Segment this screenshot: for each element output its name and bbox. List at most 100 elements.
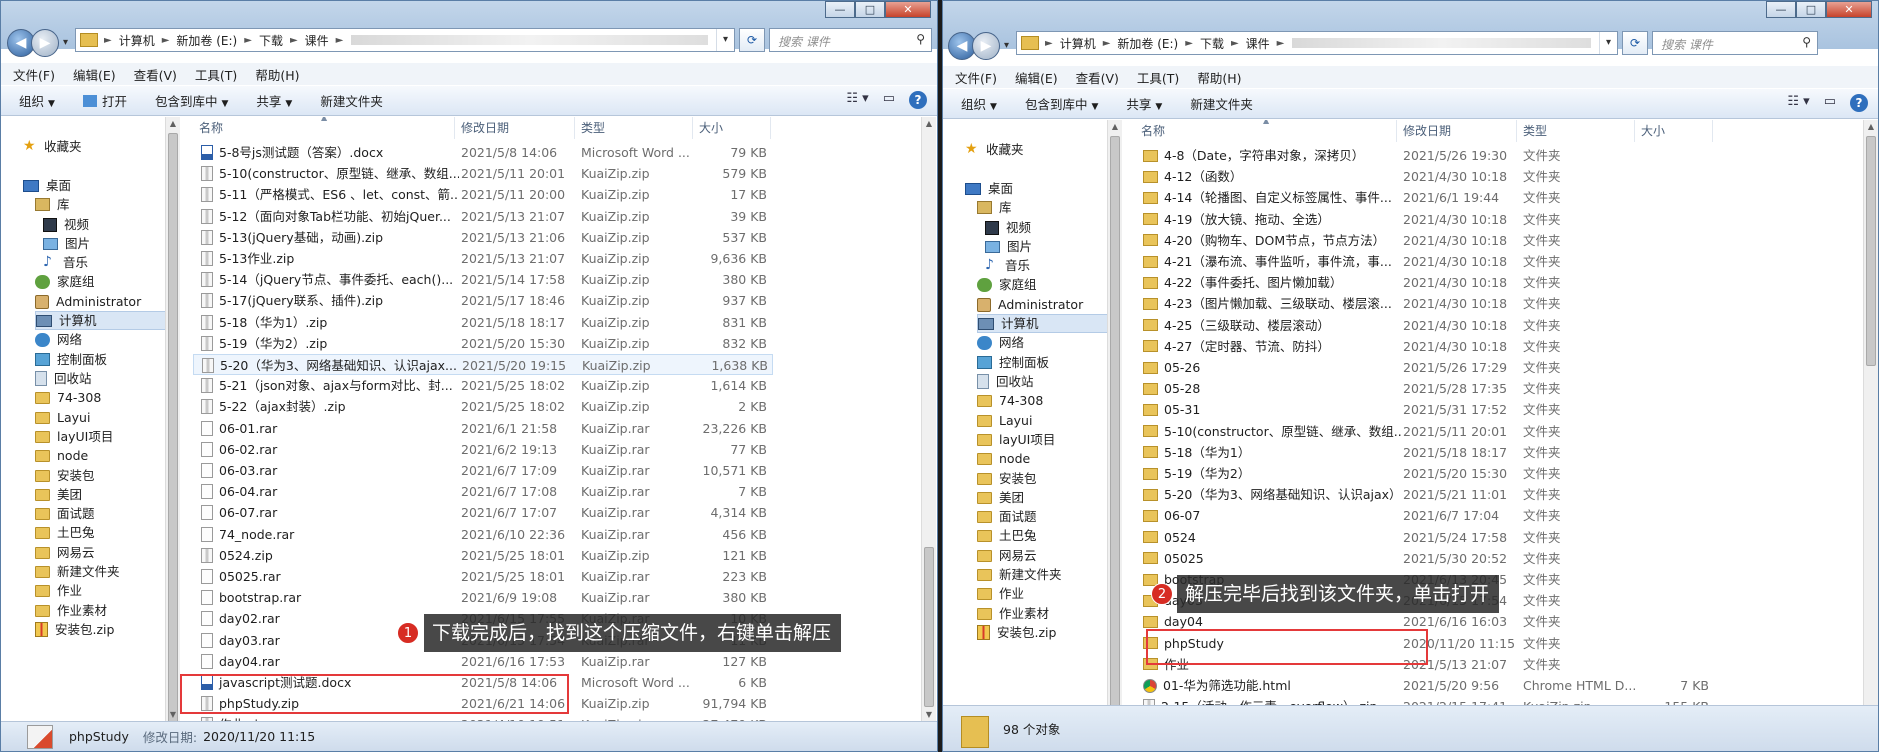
sidebar-item[interactable]: layUI项目 [977, 430, 1055, 449]
table-row[interactable]: 5-10(constructor、原型链、继承、数组... 2021/5/11 2… [1135, 421, 1715, 442]
breadcrumb-separator[interactable]: ► [290, 35, 298, 46]
maximize-button[interactable]: □ [1796, 1, 1826, 18]
breadcrumb-computer[interactable]: 计算机 [112, 32, 162, 49]
sidebar-item[interactable]: 网易云 [35, 543, 95, 562]
sidebar-item[interactable]: 安装包 [977, 469, 1037, 488]
sidebar-item[interactable]: ♪ 音乐 [985, 256, 1030, 275]
menu-file[interactable]: 文件(F) [13, 65, 55, 84]
include-in-library-button[interactable]: 包含到库中 ▼ [1025, 94, 1098, 113]
scroll-down-icon[interactable]: ▼ [166, 710, 180, 719]
scroll-thumb[interactable] [1866, 136, 1876, 366]
table-row[interactable]: 05025.rar 2021/5/25 18:01 KuaiZip.rar 223 K… [193, 566, 773, 587]
new-folder-button[interactable]: 新建文件夹 [1190, 94, 1253, 113]
view-mode-icon[interactable]: ☷ ▾ [1787, 94, 1809, 112]
table-row[interactable]: 5-11（严格模式、ES6 、let、const、箭... 2021/5/11 2… [193, 184, 773, 205]
column-header-type[interactable]: 类型 [1517, 120, 1635, 142]
breadcrumb-downloads[interactable]: 下载 [252, 32, 290, 49]
search-icon[interactable]: ⚲ [916, 32, 925, 46]
table-row[interactable]: bootstrap.rar 2021/6/9 19:08 KuaiZip.rar 38… [193, 587, 773, 608]
scroll-thumb[interactable] [168, 133, 178, 723]
sidebar-item[interactable]: 计算机 [35, 311, 165, 330]
table-row[interactable]: 4-12（函数） 2021/4/30 10:18 文件夹 [1135, 166, 1715, 187]
table-row[interactable]: 5-17(jQuery联系、插件).zip 2021/5/17 18:46 Kuai… [193, 290, 773, 311]
address-bar[interactable]: ► 计算机 ► 新加卷 (E:) ► 下载 ► 课件 ► ▾ [1016, 31, 1618, 55]
close-button[interactable]: ✕ [885, 1, 931, 18]
sidebar-item[interactable]: 家庭组 [35, 272, 95, 291]
scroll-thumb[interactable] [1110, 136, 1120, 726]
sidebar-item[interactable]: 回收站 [977, 372, 1034, 391]
sidebar-item[interactable]: 控制面板 [35, 350, 107, 369]
table-row[interactable]: 0524.zip 2021/5/25 18:01 KuaiZip.zip 121 KB [193, 545, 773, 566]
minimize-button[interactable]: — [825, 1, 855, 18]
sidebar-item[interactable]: 视频 [985, 218, 1031, 237]
scroll-up-icon[interactable]: ▲ [922, 119, 936, 128]
column-header-name[interactable]: 名称 [193, 117, 455, 139]
sidebar-item[interactable]: 视频 [43, 215, 89, 234]
table-row[interactable]: 4-25（三级联动、楼层滚动） 2021/4/30 10:18 文件夹 [1135, 315, 1715, 336]
table-row[interactable]: 5-20（华为3、网络基础知识、认识ajax... 2021/5/20 19:15… [193, 354, 773, 375]
table-row[interactable]: day04.rar 2021/6/16 17:53 KuaiZip.rar 127 K… [193, 651, 773, 672]
sidebar-item[interactable]: 安装包.zip [977, 623, 1056, 642]
minimize-button[interactable]: — [1766, 1, 1796, 18]
new-folder-button[interactable]: 新建文件夹 [320, 91, 383, 110]
sidebar-item[interactable]: layUI项目 [35, 427, 113, 446]
sidebar-item[interactable]: 网易云 [977, 546, 1037, 565]
menu-edit[interactable]: 编辑(E) [73, 65, 116, 84]
menu-tools[interactable]: 工具(T) [195, 65, 237, 84]
sidebar-item[interactable]: 安装包 [35, 466, 95, 485]
table-row[interactable]: 05-31 2021/5/31 17:52 文件夹 [1135, 399, 1715, 420]
scroll-up-icon[interactable]: ▲ [166, 119, 180, 128]
table-row[interactable]: 作业.zip 2021/4/10 19:51 KuaiZip.zip 27,479 K… [193, 714, 773, 721]
sidebar-item[interactable]: ♪ 音乐 [43, 253, 88, 272]
sidebar-item[interactable]: 作业素材 [977, 604, 1049, 623]
nav-scrollbar[interactable]: ▲ ▼ [165, 117, 180, 723]
recent-pages-chevron-down-icon[interactable]: ▾ [1004, 40, 1009, 51]
sidebar-item[interactable]: 作业素材 [35, 601, 107, 620]
forward-button[interactable]: ▶ [972, 32, 1000, 60]
open-button[interactable]: 打开 [82, 91, 127, 110]
sidebar-item[interactable]: 桌面 [965, 179, 1013, 198]
sidebar-item[interactable]: 面试题 [977, 507, 1037, 526]
scroll-up-icon[interactable]: ▲ [1108, 122, 1122, 131]
include-in-library-button[interactable]: 包含到库中 ▼ [155, 91, 228, 110]
sidebar-item[interactable]: 作业 [977, 584, 1024, 603]
forward-button[interactable]: ▶ [31, 29, 59, 57]
column-header-date[interactable]: 修改日期 [455, 117, 575, 139]
table-row[interactable]: 05025 2021/5/30 20:52 文件夹 [1135, 548, 1715, 569]
table-row[interactable]: 06-03.rar 2021/6/7 17:09 KuaiZip.rar 10,571… [193, 460, 773, 481]
menu-edit[interactable]: 编辑(E) [1015, 68, 1058, 87]
sidebar-item[interactable]: 土巴兔 [35, 523, 95, 542]
sidebar-item[interactable]: 库 [35, 195, 70, 214]
breadcrumb-drive[interactable]: 新加卷 (E:) [169, 32, 244, 49]
address-dropdown-chevron-down-icon[interactable]: ▾ [716, 29, 734, 51]
breadcrumb-separator[interactable]: ► [104, 35, 112, 46]
sidebar-item[interactable]: 家庭组 [977, 275, 1037, 294]
sidebar-item[interactable]: 图片 [985, 237, 1032, 256]
breadcrumb-computer[interactable]: 计算机 [1053, 35, 1103, 52]
refresh-button[interactable]: ⟳ [739, 28, 765, 52]
file-scrollbar[interactable]: ▲ ▼ [1863, 120, 1878, 721]
sidebar-item[interactable]: node [977, 449, 1030, 468]
table-row[interactable]: 4-19（放大镜、拖动、全选） 2021/4/30 10:18 文件夹 [1135, 209, 1715, 230]
sidebar-item[interactable]: 桌面 [23, 176, 71, 195]
address-dropdown-chevron-down-icon[interactable]: ▾ [1599, 32, 1617, 54]
search-input[interactable]: 搜索 课件 ⚲ [1652, 31, 1818, 55]
sidebar-item[interactable]: 美团 [977, 488, 1024, 507]
maximize-button[interactable]: □ [855, 1, 885, 18]
sidebar-item[interactable]: 安装包.zip [35, 620, 114, 639]
table-row[interactable]: 5-22（ajax封装）.zip 2021/5/25 18:02 KuaiZip.z… [193, 396, 773, 417]
sidebar-item[interactable]: 网络 [35, 330, 82, 349]
table-row[interactable]: 0524 2021/5/24 17:58 文件夹 [1135, 527, 1715, 548]
table-row[interactable]: 4-14（轮播图、自定义标签属性、事件... 2021/6/1 19:44 文件夹 [1135, 187, 1715, 208]
sidebar-item[interactable]: node [35, 446, 88, 465]
table-row[interactable]: 5-13(jQuery基础，动画).zip 2021/5/13 21:06 Kuai… [193, 227, 773, 248]
table-row[interactable]: 06-01.rar 2021/6/1 21:58 KuaiZip.rar 23,226… [193, 418, 773, 439]
scroll-up-icon[interactable]: ▲ [1864, 122, 1878, 131]
menu-help[interactable]: 帮助(H) [1197, 68, 1241, 87]
table-row[interactable]: 74_node.rar 2021/6/10 22:36 KuaiZip.rar 456… [193, 524, 773, 545]
sidebar-item[interactable]: 土巴兔 [977, 526, 1037, 545]
sidebar-item[interactable]: 面试题 [35, 504, 95, 523]
breadcrumb-drive[interactable]: 新加卷 (E:) [1110, 35, 1185, 52]
breadcrumb-separator[interactable]: ► [1103, 38, 1111, 49]
table-row[interactable]: 5-12（面向对象Tab栏功能、初始jQuer... 2021/5/13 21:0… [193, 206, 773, 227]
